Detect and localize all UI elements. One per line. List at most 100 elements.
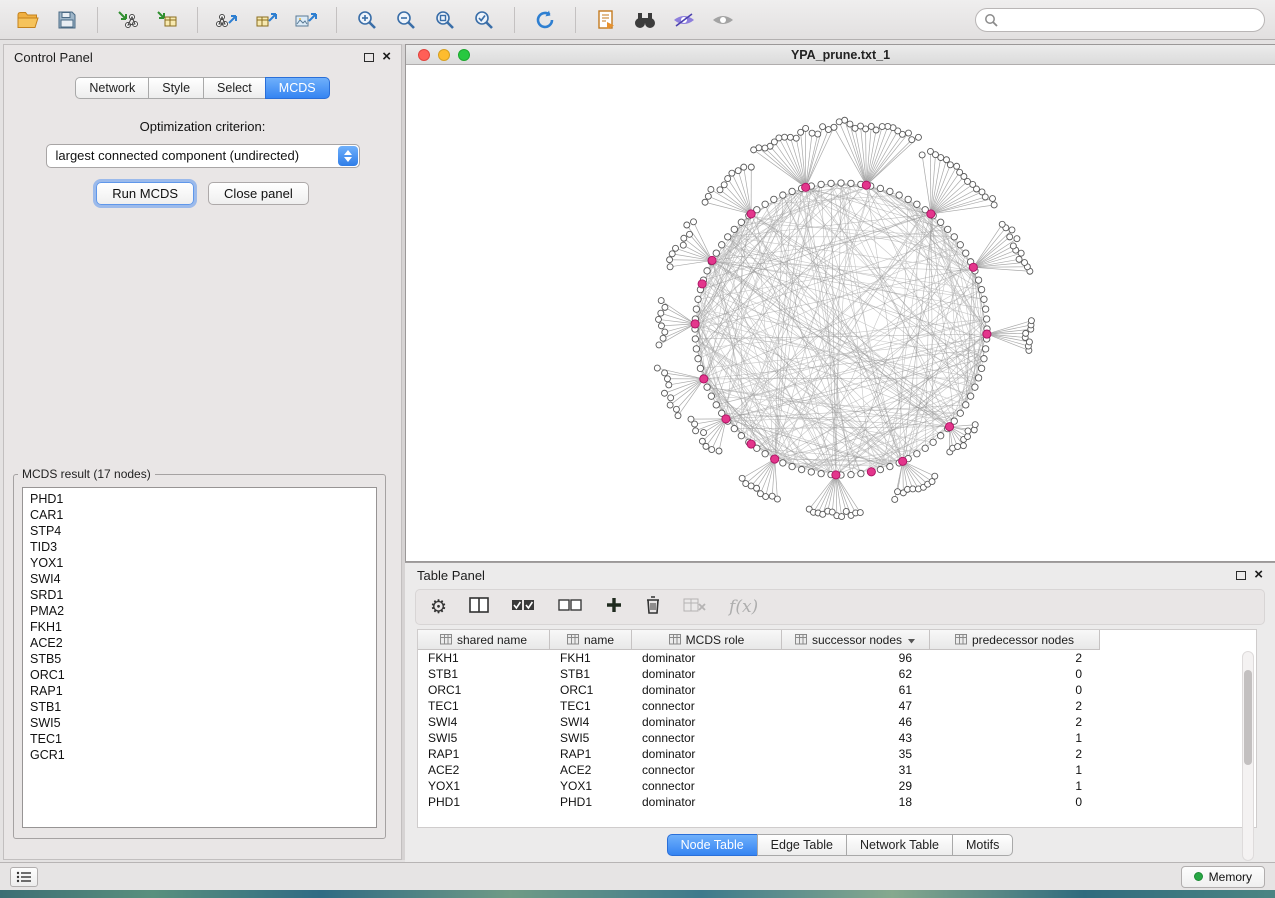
table-cell: 31 — [782, 762, 930, 778]
zoom-out-button[interactable] — [388, 5, 424, 35]
run-mcds-button[interactable]: Run MCDS — [96, 182, 194, 205]
export-network-button[interactable] — [210, 5, 246, 35]
show-columns-button[interactable] — [469, 596, 489, 619]
tab-network-table[interactable]: Network Table — [846, 834, 953, 856]
edge-layer — [695, 183, 987, 475]
mcds-result-list[interactable]: PHD1CAR1STP4TID3YOX1SWI4SRD1PMA2FKH1ACE2… — [22, 487, 377, 828]
mcds-result-item[interactable]: FKH1 — [23, 619, 376, 635]
close-panel-button[interactable]: Close panel — [208, 182, 309, 205]
table-settings-button[interactable]: ⚙ — [430, 598, 447, 617]
mcds-result-item[interactable]: SRD1 — [23, 587, 376, 603]
hide-panels-button[interactable] — [666, 5, 702, 35]
close-panel-icon[interactable]: × — [382, 52, 391, 62]
table-row[interactable]: YOX1YOX1connector291 — [418, 778, 1256, 794]
tab-node-table[interactable]: Node Table — [667, 834, 758, 856]
table-cell: SWI5 — [550, 730, 632, 746]
mcds-result-item[interactable]: SWI5 — [23, 715, 376, 731]
mcds-result-item[interactable]: ACE2 — [23, 635, 376, 651]
zoom-selected-icon — [473, 9, 495, 31]
mcds-result-item[interactable]: CAR1 — [23, 507, 376, 523]
tab-edge-table[interactable]: Edge Table — [757, 834, 847, 856]
tab-network[interactable]: Network — [75, 77, 149, 99]
list-icon — [16, 871, 32, 883]
zoom-in-button[interactable] — [349, 5, 385, 35]
column-header-successor-nodes[interactable]: successor nodes — [782, 630, 930, 650]
delete-column-button[interactable] — [645, 595, 661, 619]
column-header-label: successor nodes — [812, 633, 902, 647]
network-canvas[interactable] — [406, 65, 1274, 561]
mcds-result-item[interactable]: STB1 — [23, 699, 376, 715]
memory-button[interactable]: Memory — [1181, 866, 1265, 888]
zoom-fit-button[interactable] — [427, 5, 463, 35]
function-builder-button[interactable]: f(x) — [729, 597, 758, 617]
table-row[interactable]: FKH1FKH1dominator962 — [418, 650, 1256, 666]
find-button[interactable] — [627, 5, 663, 35]
import-table-button[interactable] — [149, 5, 185, 35]
save-session-button[interactable] — [49, 5, 85, 35]
add-column-button[interactable] — [605, 596, 623, 619]
deselect-all-button[interactable] — [558, 596, 583, 619]
mcds-result-item[interactable]: ORC1 — [23, 667, 376, 683]
column-header-MCDS-role[interactable]: MCDS role — [632, 630, 782, 650]
open-session-button[interactable] — [10, 5, 46, 35]
mcds-result-item[interactable]: SWI4 — [23, 571, 376, 587]
tab-select[interactable]: Select — [203, 77, 266, 99]
tab-motifs[interactable]: Motifs — [952, 834, 1013, 856]
mcds-result-item[interactable]: STP4 — [23, 523, 376, 539]
criterion-dropdown[interactable]: largest connected component (undirected) — [46, 144, 360, 168]
float-panel-icon[interactable] — [364, 53, 374, 62]
search-input[interactable] — [1004, 13, 1256, 27]
table-scrollbar[interactable] — [1242, 651, 1254, 861]
task-history-button[interactable] — [10, 867, 38, 887]
mcds-result-item[interactable]: PMA2 — [23, 603, 376, 619]
refresh-view-button[interactable] — [527, 5, 563, 35]
table-row[interactable]: TEC1TEC1connector472 — [418, 698, 1256, 714]
save-icon — [57, 10, 77, 30]
tab-style[interactable]: Style — [148, 77, 204, 99]
sort-chevron-icon[interactable] — [907, 633, 916, 647]
column-header-shared-name[interactable]: shared name — [418, 630, 550, 650]
table-row[interactable]: SWI5SWI5connector431 — [418, 730, 1256, 746]
share-document-button[interactable] — [588, 5, 624, 35]
export-table-icon — [255, 9, 279, 31]
zoom-selected-button[interactable] — [466, 5, 502, 35]
column-header-predecessor-nodes[interactable]: predecessor nodes — [930, 630, 1100, 650]
table-row[interactable]: PHD1PHD1dominator180 — [418, 794, 1256, 810]
tab-mcds[interactable]: MCDS — [265, 77, 330, 99]
delete-table-button[interactable] — [683, 597, 707, 618]
table-row[interactable]: ORC1ORC1dominator610 — [418, 682, 1256, 698]
search-field[interactable] — [975, 8, 1265, 32]
show-panels-button[interactable] — [705, 5, 741, 35]
column-header-label: shared name — [457, 633, 527, 647]
scrollbar-thumb[interactable] — [1244, 670, 1252, 765]
table-cell: SWI5 — [418, 730, 550, 746]
mcds-result-item[interactable]: TID3 — [23, 539, 376, 555]
control-panel-header: Control Panel × — [4, 45, 401, 69]
node-table: shared name nameMCDS role successor nodes p… — [417, 629, 1257, 828]
export-image-button[interactable] — [288, 5, 324, 35]
table-cell: PHD1 — [550, 794, 632, 810]
export-table-button[interactable] — [249, 5, 285, 35]
table-row[interactable]: ACE2ACE2connector311 — [418, 762, 1256, 778]
table-cell: 1 — [930, 730, 1100, 746]
table-cell: 2 — [930, 746, 1100, 762]
table-row[interactable]: STB1STB1dominator620 — [418, 666, 1256, 682]
mcds-result-item[interactable]: STB5 — [23, 651, 376, 667]
table-row[interactable]: RAP1RAP1dominator352 — [418, 746, 1256, 762]
table-cell: PHD1 — [418, 794, 550, 810]
plus-icon — [605, 596, 623, 614]
column-icon — [795, 634, 807, 645]
select-all-button[interactable] — [511, 596, 536, 619]
float-table-panel-icon[interactable] — [1236, 571, 1246, 580]
share-document-icon — [596, 9, 616, 31]
mcds-result-item[interactable]: RAP1 — [23, 683, 376, 699]
close-table-panel-icon[interactable]: × — [1254, 570, 1263, 580]
table-row[interactable]: SWI4SWI4dominator462 — [418, 714, 1256, 730]
column-header-name[interactable]: name — [550, 630, 632, 650]
table-panel: Table Panel × ⚙ f(x) — [405, 562, 1275, 862]
mcds-result-item[interactable]: TEC1 — [23, 731, 376, 747]
import-network-button[interactable] — [110, 5, 146, 35]
mcds-result-item[interactable]: GCR1 — [23, 747, 376, 763]
mcds-result-item[interactable]: PHD1 — [23, 491, 376, 507]
mcds-result-item[interactable]: YOX1 — [23, 555, 376, 571]
